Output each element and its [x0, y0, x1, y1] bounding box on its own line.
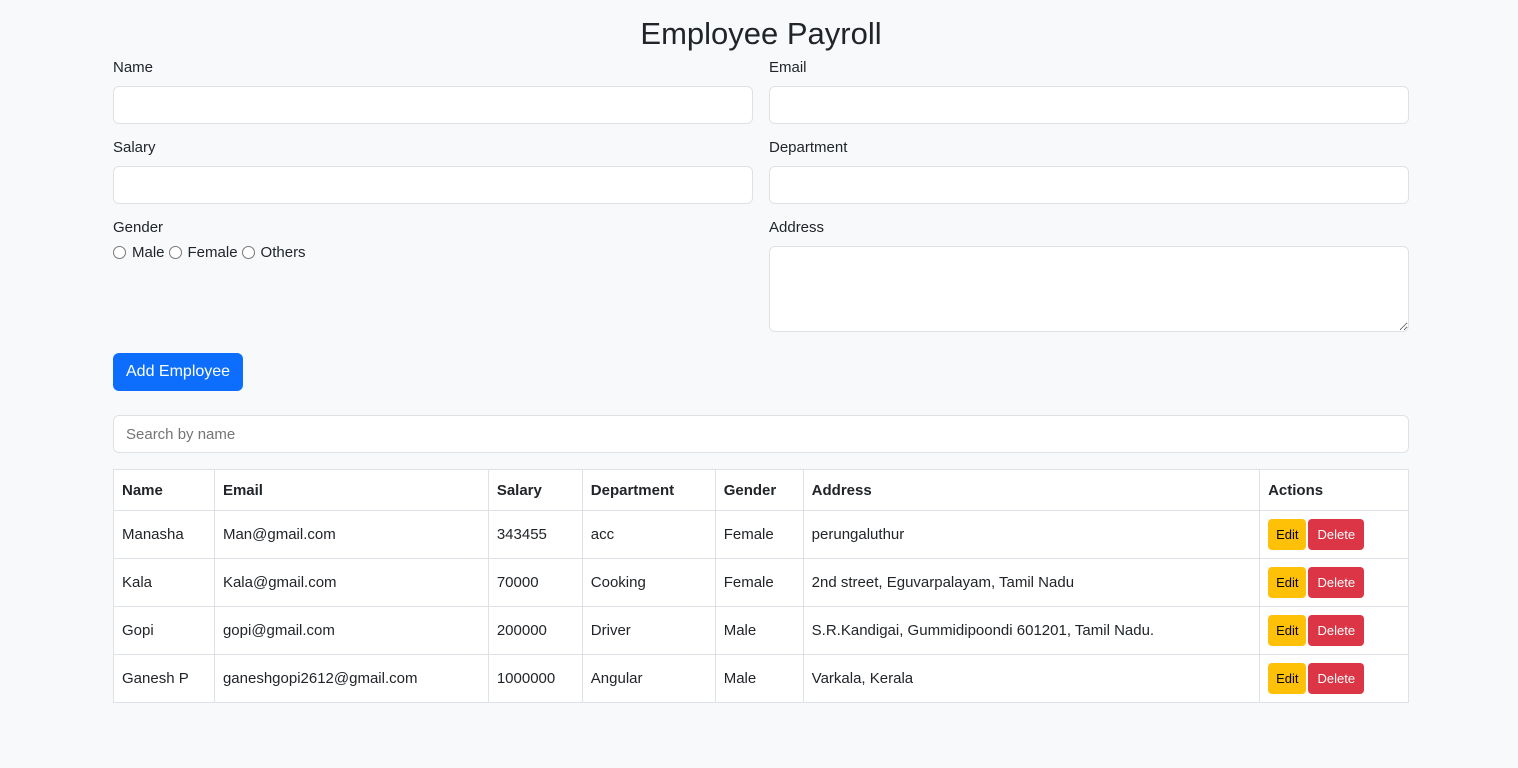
- table-cell: 200000: [487, 606, 583, 655]
- gender-radio-male[interactable]: [113, 246, 126, 259]
- table-cell: Angular: [581, 654, 716, 703]
- table-cell: perungaluthur: [802, 510, 1261, 559]
- table-header-row: Name Email Salary Department Gender Address Ac…: [113, 469, 1409, 511]
- table-cell: gopi@gmail.com: [213, 606, 489, 655]
- actions-cell: Edit Delete: [1259, 558, 1409, 607]
- gender-option-label: Others: [260, 244, 306, 261]
- employee-table: Name Email Salary Department Gender Address Ac…: [113, 469, 1409, 703]
- gender-option-label: Female: [187, 244, 238, 261]
- actions-cell: Edit Delete: [1259, 654, 1409, 703]
- edit-button[interactable]: Edit: [1268, 663, 1307, 694]
- table-row: Gopi gopi@gmail.com 200000 Driver Male S.R.Ka…: [113, 606, 1409, 655]
- column-header: Name: [113, 469, 215, 511]
- table-cell: S.R.Kandigai, Gummidipoondi 601201, Tami…: [802, 606, 1261, 655]
- table-cell: 1000000: [487, 654, 583, 703]
- page-title: Employee Payroll: [640, 16, 882, 51]
- column-header: Actions: [1259, 469, 1409, 511]
- actions-cell: Edit Delete: [1259, 606, 1409, 655]
- delete-button[interactable]: Delete: [1308, 615, 1365, 646]
- table-cell: acc: [581, 510, 716, 559]
- column-header: Address: [802, 469, 1261, 511]
- address-textarea[interactable]: [769, 246, 1409, 332]
- table-cell: Kala: [113, 558, 215, 607]
- search-input[interactable]: [113, 415, 1409, 453]
- column-header: Email: [213, 469, 489, 511]
- employee-form: Name Email Salary Department Gender Male…: [113, 60, 1409, 353]
- column-header: Salary: [487, 469, 583, 511]
- edit-button[interactable]: Edit: [1268, 567, 1307, 598]
- table-cell: Man@gmail.com: [213, 510, 489, 559]
- table-cell: Kala@gmail.com: [213, 558, 489, 607]
- table-cell: Female: [714, 510, 804, 559]
- table-cell: 70000: [487, 558, 583, 607]
- gender-radio-group: Male Female Others: [113, 244, 753, 261]
- name-input[interactable]: [113, 86, 753, 124]
- gender-option-label: Male: [132, 244, 165, 261]
- column-header: Gender: [714, 469, 804, 511]
- column-header: Department: [581, 469, 716, 511]
- table-cell: 2nd street, Eguvarpalayam, Tamil Nadu: [802, 558, 1261, 607]
- salary-input[interactable]: [113, 166, 753, 204]
- department-label: Department: [769, 139, 848, 156]
- table-cell: Manasha: [113, 510, 215, 559]
- gender-radio-female[interactable]: [168, 246, 182, 259]
- delete-button[interactable]: Delete: [1308, 519, 1365, 550]
- actions-cell: Edit Delete: [1259, 510, 1409, 559]
- gender-radio-others[interactable]: [241, 246, 255, 259]
- table-cell: Female: [714, 558, 804, 607]
- table-cell: Cooking: [581, 558, 716, 607]
- add-employee-button[interactable]: Add Employee: [113, 353, 244, 391]
- table-cell: Driver: [581, 606, 716, 655]
- department-input[interactable]: [769, 166, 1409, 204]
- table-cell: Ganesh P: [113, 654, 215, 703]
- salary-label: Salary: [113, 139, 156, 156]
- table-row: Ganesh Pganeshgopi2612@gmail.com 1000000 A…: [113, 654, 1409, 703]
- table-cell: ganeshgopi2612@gmail.com: [213, 654, 489, 703]
- delete-button[interactable]: Delete: [1308, 567, 1365, 598]
- table-cell: Varkala, Kerala: [802, 654, 1261, 703]
- table-cell: Male: [714, 606, 804, 655]
- email-input[interactable]: [769, 86, 1409, 124]
- table-cell: Gopi: [113, 606, 215, 655]
- edit-button[interactable]: Edit: [1268, 615, 1307, 646]
- gender-label: Gender: [113, 219, 164, 236]
- edit-button[interactable]: Edit: [1268, 519, 1307, 550]
- email-label: Email: [769, 59, 807, 76]
- payroll-app: Employee Payroll Name Email Salary Depar…: [113, 0, 1409, 703]
- table-row: Manasha Man@gmail.com 343455 acc Female perun…: [113, 510, 1409, 559]
- table-cell: Male: [714, 654, 804, 703]
- address-label: Address: [769, 219, 825, 236]
- table-cell: 343455: [487, 510, 583, 559]
- name-label: Name: [113, 59, 154, 76]
- table-row: Kala Kala@gmail.com 70000 Cooking Female 2nd …: [113, 558, 1409, 607]
- delete-button[interactable]: Delete: [1308, 663, 1365, 694]
